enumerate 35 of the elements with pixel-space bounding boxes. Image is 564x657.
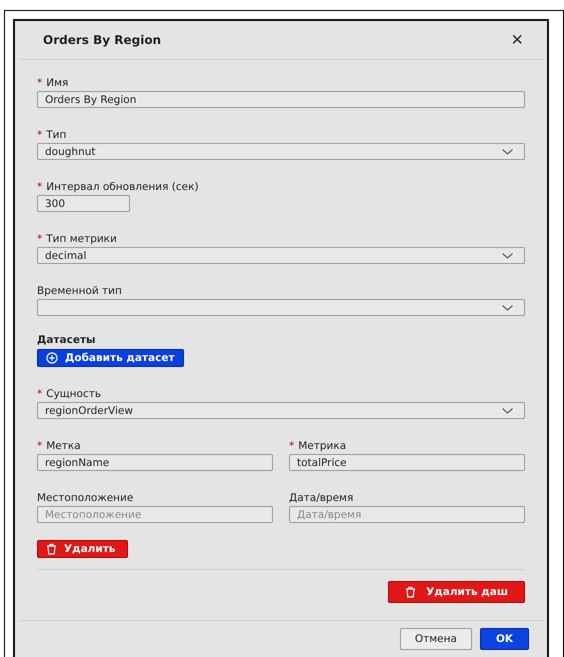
plus-circle-icon xyxy=(46,352,58,364)
field-label: * Тип метрики xyxy=(37,232,118,246)
add-dataset-button[interactable]: Добавить датасет xyxy=(37,349,184,367)
ok-button[interactable]: OK xyxy=(480,628,529,650)
delete-button[interactable]: Удалить xyxy=(37,540,128,558)
input-field[interactable]: Orders By Region xyxy=(37,91,525,108)
select-field[interactable] xyxy=(37,299,525,316)
field-label: * Метка xyxy=(37,439,82,453)
chevron-down-icon xyxy=(502,148,513,154)
input-field[interactable]: regionName xyxy=(37,454,273,471)
field-label: Временной тип xyxy=(37,284,123,298)
chevron-down-icon xyxy=(502,252,513,258)
delete-dashboard-button[interactable]: Удалить даш xyxy=(388,581,525,603)
select-field[interactable]: doughnut xyxy=(37,143,525,160)
input-field[interactable]: totalPrice xyxy=(289,454,525,471)
chevron-down-icon xyxy=(502,408,513,414)
cancel-button[interactable]: Отмена xyxy=(400,628,472,650)
trash-icon xyxy=(46,543,57,555)
field-label: * Метрика xyxy=(289,439,348,453)
field-label: * Сущность xyxy=(37,387,102,401)
chevron-down-icon xyxy=(502,304,513,310)
dialog-title: Orders By Region xyxy=(43,33,162,47)
input-field[interactable]: Дата/время xyxy=(289,506,525,523)
select-field[interactable]: decimal xyxy=(37,247,525,264)
trash-icon xyxy=(405,586,416,598)
field-label: Дата/время xyxy=(289,491,354,505)
field-label: Местоположение xyxy=(37,491,134,505)
field-label: * Интервал обновления (сек) xyxy=(37,180,200,194)
input-field[interactable]: 300 xyxy=(37,195,130,212)
close-button[interactable]: × xyxy=(511,30,523,50)
select-field[interactable]: regionOrderView xyxy=(37,402,525,419)
section-heading: Датасеты xyxy=(37,334,97,346)
field-label: * Тип xyxy=(37,128,68,142)
field-label: * Имя xyxy=(37,76,70,90)
input-field[interactable]: Местоположение xyxy=(37,506,273,523)
